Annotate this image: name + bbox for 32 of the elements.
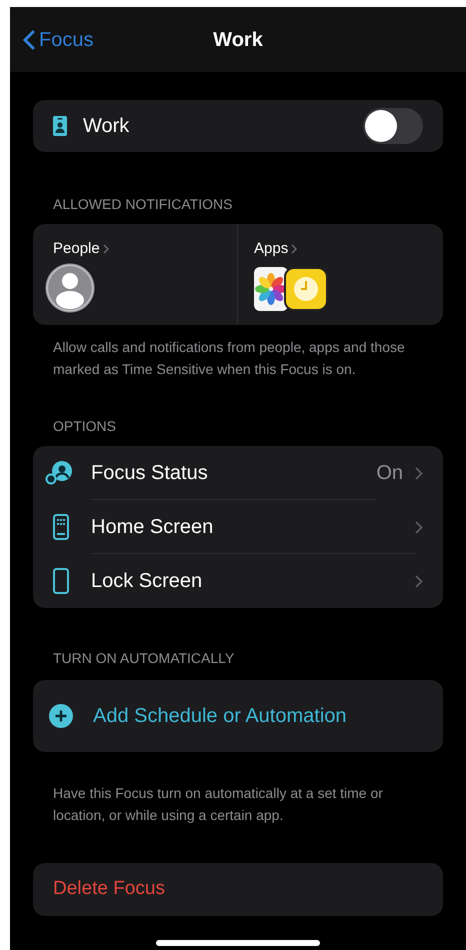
focus-toggle[interactable] xyxy=(363,108,423,144)
option-value: On xyxy=(376,461,403,486)
chevron-icon xyxy=(415,520,423,534)
clock-app-icon xyxy=(284,266,328,310)
add-automation-button[interactable]: Add Schedule or Automation xyxy=(33,680,443,752)
flower-app-icon xyxy=(254,266,288,310)
option-label: Focus Status xyxy=(91,460,208,486)
people-link[interactable]: People xyxy=(45,238,237,260)
section-footer: Allow calls and notifications from people, apps and those marked as Time Sensitive when this Focus is on. xyxy=(33,336,443,380)
option-row[interactable]: Focus Status On xyxy=(33,446,443,500)
focus-status-icon xyxy=(45,460,75,486)
option-label: Home Screen xyxy=(91,514,214,540)
nav-title: Work xyxy=(213,28,263,52)
section-header: TURN ON AUTOMATICALLY xyxy=(53,649,236,668)
badge-icon xyxy=(53,116,67,136)
avatar-icon xyxy=(45,262,95,312)
option-row[interactable]: Home Screen xyxy=(33,500,443,554)
chevron-icon xyxy=(102,244,109,254)
section-footer: Have this Focus turn on automatically at a set time or location, or while using a certain app. xyxy=(33,782,443,826)
option-label: Lock Screen xyxy=(91,569,202,594)
option-row[interactable]: Lock Screen xyxy=(33,554,443,608)
chevron-icon xyxy=(415,574,423,588)
apps-link[interactable]: Apps xyxy=(254,238,443,260)
plus-circle-icon xyxy=(48,703,74,729)
chevron-icon xyxy=(415,466,423,480)
back-button[interactable]: Focus xyxy=(23,24,94,54)
delete-focus-button[interactable]: Delete Focus xyxy=(33,863,443,916)
chevron-icon xyxy=(291,244,298,254)
section-header: ALLOWED NOTIFICATIONS xyxy=(53,195,234,214)
back-chevron-icon xyxy=(23,30,35,50)
focus-name: Work xyxy=(83,114,130,139)
section-header: OPTIONS xyxy=(53,417,118,436)
